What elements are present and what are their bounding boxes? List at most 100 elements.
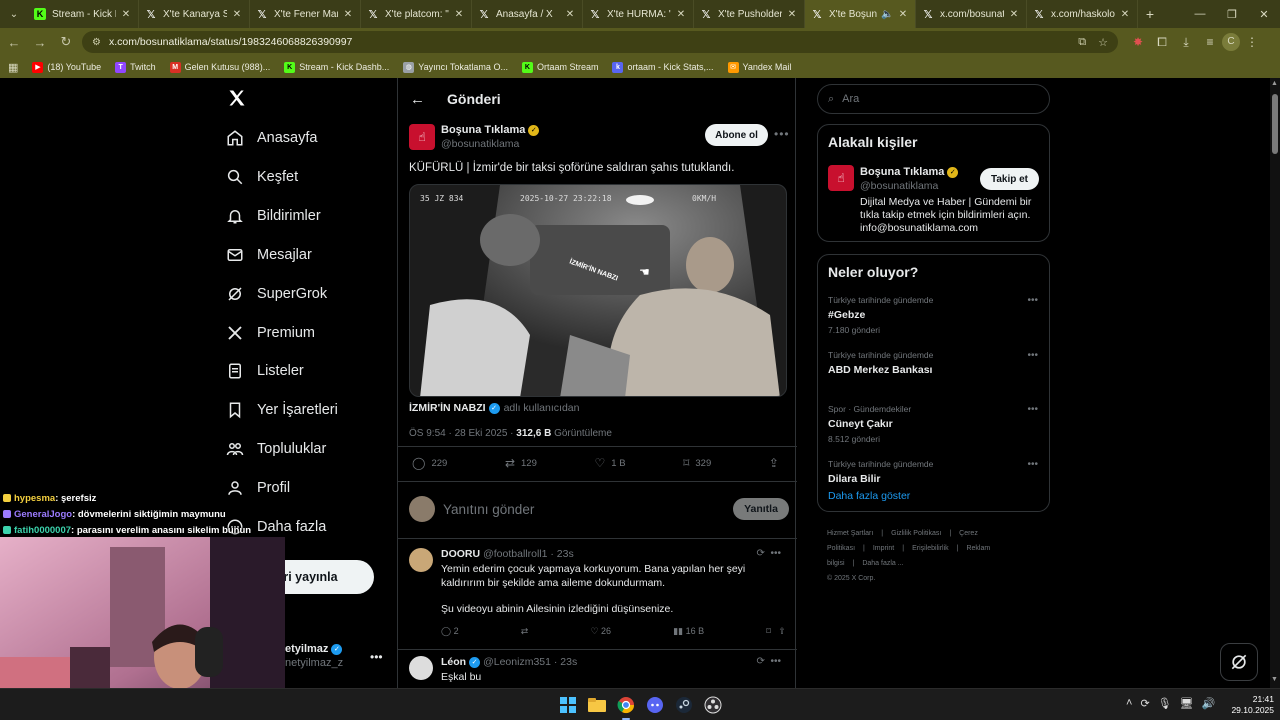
steam-icon[interactable]: [672, 693, 696, 717]
footer-link[interactable]: Daha fazla ...: [862, 560, 903, 567]
bookmark-item[interactable]: ▶ (18) YouTube: [32, 61, 101, 73]
nav-item-bell[interactable]: Bildirimler: [225, 206, 321, 226]
close-window-icon[interactable]: ✕: [1248, 0, 1280, 28]
minimize-icon[interactable]: —: [1184, 0, 1216, 28]
reply-author-handle[interactable]: @footballroll1 · 23s: [483, 548, 574, 560]
site-info-icon[interactable]: ⚙: [92, 37, 101, 48]
taskbar-clock[interactable]: 21:41 29.10.2025: [1226, 694, 1274, 716]
browser-tab[interactable]: 𝕏x.com/bosunatikl ✕: [916, 0, 1027, 28]
scroll-up-icon[interactable]: ▲: [1271, 80, 1278, 87]
sync-icon[interactable]: ⟳: [1140, 697, 1149, 710]
search-input[interactable]: ⌕ Ara: [817, 84, 1050, 114]
nav-item-home[interactable]: Anasayfa: [225, 128, 317, 148]
author-name[interactable]: Boşuna Tıklama: [441, 124, 525, 136]
nav-item-bookmark[interactable]: Yer İşaretleri: [225, 400, 338, 420]
download-icon[interactable]: ⤓: [1174, 35, 1198, 50]
trend-more-icon[interactable]: •••: [1027, 295, 1038, 306]
media-source-name[interactable]: İZMİR'İN NABZI: [409, 402, 486, 414]
reply-bookmark-action[interactable]: ⌑ ⇪: [766, 626, 786, 637]
url-text[interactable]: x.com/bosunatiklama/status/1983246068826…: [109, 36, 1066, 48]
person-name[interactable]: Boşuna Tıklama: [860, 166, 944, 178]
extensions-puzzle-icon[interactable]: ⧠: [1150, 35, 1174, 50]
tab-close-icon[interactable]: ✕: [231, 9, 243, 20]
trend-more-icon[interactable]: •••: [1027, 350, 1038, 361]
new-tab-button[interactable]: +: [1138, 6, 1162, 22]
tab-close-icon[interactable]: ✕: [120, 9, 132, 20]
footer-link[interactable]: Gizlilik Politikası: [891, 530, 941, 537]
bookmark-star-icon[interactable]: ☆: [1098, 36, 1108, 49]
bookmark-item[interactable]: ◍ Yayıncı Tokatlama O...: [403, 61, 508, 73]
microphone-icon[interactable]: 🎙: [1158, 697, 1172, 710]
author-handle[interactable]: @bosunatiklama: [441, 138, 539, 150]
bookmark-item[interactable]: K Stream - Kick Dashb...: [284, 61, 389, 73]
scroll-down-icon[interactable]: ▼: [1271, 676, 1278, 683]
profile-avatar[interactable]: C: [1222, 33, 1240, 51]
footer-link[interactable]: Erişilebilirlik: [912, 545, 949, 552]
author-avatar[interactable]: ☝: [409, 124, 435, 150]
trend-more-icon[interactable]: •••: [1027, 404, 1038, 415]
reply-repost-action[interactable]: ⇄: [521, 626, 529, 637]
footer-link[interactable]: Hizmet Şartları: [827, 530, 873, 537]
tab-close-icon[interactable]: ✕: [564, 9, 576, 20]
install-app-icon[interactable]: ⧉: [1078, 36, 1086, 49]
volume-icon[interactable]: 🔊: [1202, 697, 1216, 710]
forward-icon[interactable]: →: [28, 30, 52, 54]
reply-more-icon[interactable]: ⟳ •••: [757, 656, 781, 667]
back-icon[interactable]: ←: [2, 30, 26, 54]
tweet-timestamp[interactable]: ÖS 9:54 · 28 Eki 2025 ·: [409, 428, 516, 439]
browser-tab[interactable]: 𝕏 X'te Boşuna T 🔈 ✕: [805, 0, 916, 28]
share-action[interactable]: ⇪: [769, 456, 785, 470]
browser-tab[interactable]: 𝕏 X'te Fener Markaj ✕: [250, 0, 361, 28]
network-icon[interactable]: 🖥: [1180, 697, 1194, 710]
account-more-icon[interactable]: •••: [370, 650, 383, 664]
person-avatar[interactable]: ☝: [828, 165, 854, 191]
address-bar[interactable]: ⚙ x.com/bosunatiklama/status/19832460688…: [82, 31, 1118, 53]
reply-views-action[interactable]: ▮▮ 16 B: [673, 626, 704, 637]
reply-item[interactable]: Léon ✓ @Leonizm351 · 23s ⟳ ••• Eşkal bu: [409, 656, 789, 688]
trend-item[interactable]: Türkiye tarihinde gündemde ABD Merkez Ban…: [828, 350, 1038, 376]
nav-item-mail[interactable]: Mesajlar: [225, 245, 312, 265]
tab-close-icon[interactable]: ✕: [342, 9, 354, 20]
like-action[interactable]: ♡ 1 B: [595, 456, 626, 470]
x-logo-icon[interactable]: [227, 88, 247, 114]
trend-item[interactable]: Spor · Gündemdekiler Cüneyt Çakır 8.512 gö…: [828, 404, 1038, 444]
browser-tab[interactable]: K Stream - Kick Das ✕: [28, 0, 139, 28]
nav-item-x[interactable]: Premium: [225, 323, 315, 343]
scroll-thumb[interactable]: [1272, 94, 1278, 154]
tweet-more-icon[interactable]: •••: [774, 127, 790, 141]
bookmark-item[interactable]: k ortaam - Kick Stats,...: [612, 61, 714, 73]
trend-item[interactable]: Türkiye tarihinde gündemde Dilara Bilir ••…: [828, 459, 1038, 485]
nav-item-list[interactable]: Listeler: [225, 361, 304, 381]
reply-reply-action[interactable]: ◯ 2: [441, 626, 459, 637]
bookmark-item[interactable]: K Ortaam Stream: [521, 61, 598, 73]
chrome-icon[interactable]: [614, 693, 638, 720]
reply-author-name[interactable]: Léon: [441, 656, 466, 668]
browser-tab[interactable]: 𝕏 Anasayfa / X ✕: [472, 0, 583, 28]
browser-tab[interactable]: 𝕏 X'te HURMA: "Bu ✕: [583, 0, 694, 28]
tab-close-icon[interactable]: ✕: [453, 9, 465, 20]
nav-item-community[interactable]: Topluluklar: [225, 439, 326, 459]
repost-action[interactable]: ⇄ 129: [505, 456, 537, 470]
obs-icon[interactable]: [701, 693, 725, 717]
show-more-link[interactable]: Daha fazla göster: [828, 490, 910, 502]
windows-start-icon[interactable]: [556, 693, 580, 717]
nav-item-grok[interactable]: SuperGrok: [225, 284, 327, 304]
reload-icon[interactable]: ↻: [54, 30, 78, 54]
tab-close-icon[interactable]: ✕: [1008, 9, 1020, 20]
reply-more-icon[interactable]: ⟳ •••: [757, 548, 781, 559]
tab-audio-icon[interactable]: 🔈: [881, 9, 893, 20]
reply-button[interactable]: Yanıtla: [733, 498, 789, 520]
user-avatar[interactable]: [409, 496, 435, 522]
discord-icon[interactable]: [643, 693, 667, 717]
browser-tab[interactable]: 𝕏 X'te Kanarya Spo ✕: [139, 0, 250, 28]
reply-avatar[interactable]: [409, 548, 433, 572]
footer-link[interactable]: Imprint: [873, 545, 894, 552]
file-explorer-icon[interactable]: [585, 693, 609, 717]
reply-input[interactable]: Yanıtını gönder: [443, 502, 733, 517]
restore-icon[interactable]: ❐: [1216, 0, 1248, 28]
browser-tab[interactable]: 𝕏 X'te platcom: "Ki ✕: [361, 0, 472, 28]
media-control-icon[interactable]: ≡: [1198, 35, 1222, 49]
trend-more-icon[interactable]: •••: [1027, 459, 1038, 470]
tab-close-icon[interactable]: ✕: [786, 9, 798, 20]
page-scrollbar[interactable]: ▲ ▼: [1270, 78, 1280, 688]
